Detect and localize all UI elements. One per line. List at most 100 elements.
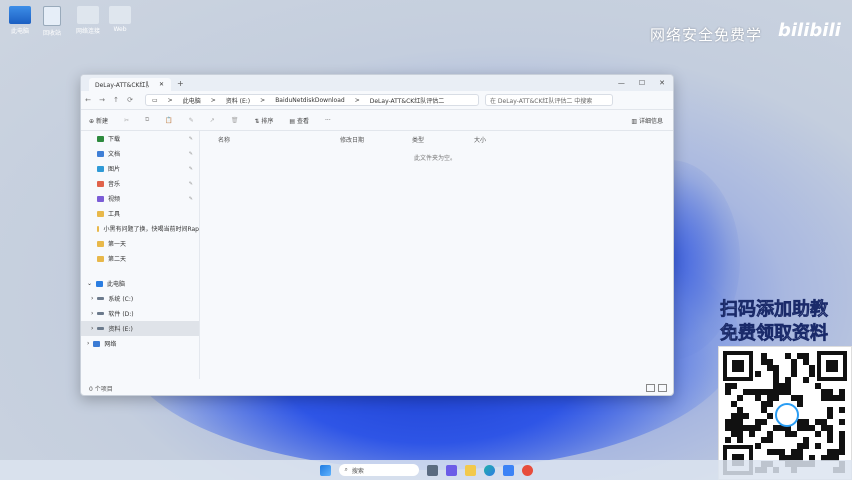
- column-header-date[interactable]: 修改日期: [340, 135, 364, 144]
- sidebar-item-quick-access[interactable]: 第一天: [81, 236, 199, 251]
- promo-line-2: 免费领取资料: [720, 323, 829, 345]
- forward-button[interactable]: →: [95, 96, 109, 104]
- title-bar: DeLay-ATT&CK红队评估二 ✕ + — ☐ ✕: [81, 75, 673, 91]
- tiles-view-icon[interactable]: [658, 384, 667, 392]
- copy-icon[interactable]: ⧉: [137, 116, 157, 124]
- desktop-icon-folder-2[interactable]: Web: [104, 6, 136, 33]
- close-button[interactable]: ✕: [659, 79, 665, 87]
- explorer-icon[interactable]: [464, 464, 476, 476]
- breadcrumb-item[interactable]: DeLay-ATT&CK红队评估二: [370, 96, 444, 105]
- file-list[interactable]: 名称 修改日期 类型 大小 此文件夹为空。: [200, 131, 673, 379]
- start-icon[interactable]: [319, 464, 331, 476]
- folder-icon: [109, 6, 131, 24]
- qr-module: [755, 425, 761, 431]
- taskbar-search[interactable]: ⌕ 搜索: [338, 464, 419, 476]
- maximize-button[interactable]: ☐: [639, 79, 645, 87]
- chevron-right-icon: ›: [91, 325, 94, 332]
- sort-button[interactable]: ⇅ 排序: [246, 116, 281, 125]
- taskbar: ⌕ 搜索: [0, 460, 852, 480]
- desktop-icon-label: 此电脑: [10, 28, 29, 35]
- sidebar-item-quick-access[interactable]: 第二天: [81, 251, 199, 266]
- search-icon: ⌕: [344, 466, 348, 473]
- sidebar-item-quick-access[interactable]: 图片 ✎: [81, 161, 199, 176]
- breadcrumb-item[interactable]: BaiduNetdiskDownload: [275, 97, 345, 104]
- qr-module: [791, 371, 797, 377]
- pin-icon: ✎: [188, 135, 193, 142]
- column-header-size[interactable]: 大小: [474, 135, 486, 144]
- sidebar-item-quick-access[interactable]: 小黑有问题了换，快喝当前时间Rap: [81, 221, 199, 236]
- sidebar-item-quick-access[interactable]: 音乐 ✎: [81, 176, 199, 191]
- qr-module: [725, 389, 731, 395]
- column-header-type[interactable]: 类型: [412, 135, 424, 144]
- tab-current[interactable]: DeLay-ATT&CK红队评估二 ✕: [89, 78, 171, 91]
- new-button[interactable]: ⊕ 新建: [81, 116, 116, 125]
- sidebar-item-label: 文档: [108, 151, 121, 158]
- chevron-right-icon: ›: [87, 340, 90, 347]
- sidebar-item-label: 网络: [104, 341, 117, 348]
- column-header-name[interactable]: 名称: [218, 135, 230, 144]
- qr-module: [809, 371, 815, 377]
- details-button[interactable]: ▥ 详细信息: [623, 116, 673, 125]
- sidebar-item-this-pc[interactable]: ⌄ 此电脑: [81, 276, 199, 291]
- details-view-icon[interactable]: [646, 384, 655, 392]
- up-button[interactable]: ↑: [109, 96, 123, 104]
- desktop-icon-label: 网络连接: [75, 28, 100, 35]
- chat-icon[interactable]: [445, 464, 457, 476]
- cut-icon[interactable]: ✂: [116, 117, 137, 124]
- breadcrumb-item[interactable]: 资料 (E:): [226, 96, 250, 105]
- app-icon[interactable]: [521, 464, 533, 476]
- sidebar-item-quick-access[interactable]: 视频 ✎: [81, 191, 199, 206]
- pin-icon: ✎: [188, 150, 193, 157]
- view-button[interactable]: ▤ 查看: [281, 116, 317, 125]
- sidebar-item-drive[interactable]: › 资料 (E:): [81, 321, 199, 336]
- minimize-button[interactable]: —: [618, 79, 625, 87]
- search-placeholder: 在 DeLay-ATT&CK红队评估二 中搜索: [490, 97, 593, 105]
- sidebar-item-network[interactable]: › 网络: [81, 336, 199, 351]
- qr-module: [827, 437, 833, 443]
- desktop-icon-this-pc[interactable]: 此电脑: [4, 6, 36, 35]
- rename-icon[interactable]: ✎: [181, 117, 202, 124]
- share-icon[interactable]: ↗: [202, 117, 223, 124]
- sidebar-item-drive[interactable]: › 软件 (D:): [81, 306, 199, 321]
- empty-folder-message: 此文件夹为空。: [414, 155, 457, 162]
- sidebar-item-quick-access[interactable]: 工具: [81, 206, 199, 221]
- monitor-icon: [9, 6, 31, 24]
- edge-icon[interactable]: [483, 464, 495, 476]
- delete-icon[interactable]: 🗑: [223, 117, 247, 124]
- taskview-icon[interactable]: [426, 464, 438, 476]
- sidebar-item-quick-access[interactable]: 下载 ✎: [81, 131, 199, 146]
- sidebar-item-drive[interactable]: › 系统 (C:): [81, 291, 199, 306]
- store-icon[interactable]: [502, 464, 514, 476]
- qr-module: [743, 413, 749, 419]
- item-count: 0 个项目: [89, 385, 113, 393]
- desktop-icon-folder-1[interactable]: 网络连接: [72, 6, 104, 35]
- sidebar-item-label: 资料 (E:): [108, 326, 133, 333]
- qr-module: [815, 443, 821, 449]
- brand-text: 网络安全免费学: [650, 26, 763, 44]
- qr-module: [839, 449, 845, 455]
- back-button[interactable]: ←: [81, 96, 95, 104]
- qr-module: [737, 437, 743, 443]
- more-button[interactable]: ···: [317, 117, 339, 124]
- search-input[interactable]: 在 DeLay-ATT&CK红队评估二 中搜索: [485, 94, 613, 106]
- sidebar-item-label: 系统 (C:): [108, 296, 134, 303]
- tab-title: DeLay-ATT&CK红队评估二: [95, 82, 149, 89]
- recycle-bin-icon: [43, 6, 61, 26]
- drive-icon: [97, 312, 105, 315]
- tab-close-icon[interactable]: ✕: [159, 81, 164, 88]
- new-tab-button[interactable]: +: [177, 79, 184, 88]
- promo-text: 扫码添加助教 免费领取资料: [720, 298, 850, 346]
- qr-module: [755, 371, 761, 377]
- sidebar-item-label: 工具: [108, 211, 121, 218]
- breadcrumb-item[interactable]: 此电脑: [183, 96, 201, 105]
- window-controls: — ☐ ✕: [618, 79, 673, 87]
- explorer-body: 下载 ✎ 文档 ✎ 图片 ✎ 音乐 ✎ 视频 ✎ 工具小黑有问题了换，快喝当前时间Rap 第一天 第二天…: [81, 131, 673, 379]
- sidebar-item-label: 下载: [108, 136, 121, 143]
- breadcrumb[interactable]: ▭ > 此电脑 > 资料 (E:) > BaiduNetdiskDownload…: [145, 94, 479, 106]
- qr-module: [731, 383, 737, 389]
- folder-icon: [97, 225, 100, 232]
- paste-icon[interactable]: 📋: [157, 117, 180, 124]
- sidebar-item-quick-access[interactable]: 文档 ✎: [81, 146, 199, 161]
- desktop-icon-recycle-bin[interactable]: 回收站: [36, 6, 68, 37]
- refresh-button[interactable]: ⟳: [123, 96, 137, 104]
